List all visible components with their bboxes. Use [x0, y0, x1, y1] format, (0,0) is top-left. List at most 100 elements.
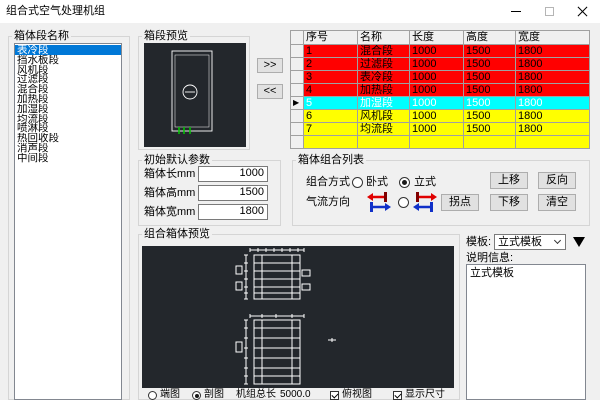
show-dimensions-label[interactable]: 显示尺寸 — [405, 390, 445, 400]
move-down-button[interactable]: 下移 — [490, 194, 528, 211]
grid-cell-name[interactable]: 混合段 — [358, 45, 410, 58]
section-view-label[interactable]: 剖图 — [204, 390, 224, 400]
turn-point-button[interactable]: 拐点 — [441, 194, 479, 211]
grid-row[interactable]: ▶ 5 加湿段 1000 1500 1800 — [291, 97, 589, 110]
section-list-item[interactable]: 过滤段 — [15, 74, 121, 84]
assembly-preview-canvas[interactable] — [142, 246, 454, 388]
grid-row[interactable] — [291, 136, 589, 148]
grid-header-length[interactable]: 长度 — [410, 31, 464, 45]
grid-cell-length[interactable]: 1000 — [410, 123, 464, 136]
close-button[interactable] — [566, 0, 600, 23]
move-up-button[interactable]: 上移 — [490, 172, 528, 189]
section-grid[interactable]: 序号 名称 长度 高度 宽度 1 混合段 1000 1500 1800 2 过滤段 1000 1… — [290, 30, 590, 149]
grid-cell-no[interactable]: 6 — [304, 110, 358, 123]
title-bar[interactable]: 组合式空气处理机组 — [0, 0, 600, 23]
grid-row[interactable]: 1 混合段 1000 1500 1800 — [291, 45, 589, 58]
grid-cell-length[interactable]: 1000 — [410, 110, 464, 123]
grid-cell-name[interactable] — [358, 136, 410, 148]
section-list-item[interactable]: 加热段 — [15, 94, 121, 104]
grid-cell-width[interactable]: 1800 — [516, 123, 589, 136]
section-list-item[interactable]: 挡水板段 — [15, 55, 121, 65]
grid-cell-name[interactable]: 加湿段 — [358, 97, 410, 110]
add-section-button[interactable]: >> — [257, 58, 283, 73]
grid-cell-length[interactable] — [410, 136, 464, 148]
grid-header-height[interactable]: 高度 — [464, 31, 516, 45]
grid-cell-width[interactable]: 1800 — [516, 97, 589, 110]
mode-horizontal-label[interactable]: 卧式 — [366, 176, 388, 189]
current-row-indicator[interactable]: ▶ — [291, 97, 304, 110]
section-list-item[interactable]: 加湿段 — [15, 104, 121, 114]
grid-header-name[interactable]: 名称 — [358, 31, 410, 45]
top-view-checkbox[interactable] — [330, 391, 339, 400]
box-width-input[interactable]: 1800 — [198, 204, 268, 220]
grid-cell-no[interactable]: 3 — [304, 71, 358, 84]
grid-cell-no[interactable]: 5 — [304, 97, 358, 110]
info-textbox[interactable]: 立式模板 — [466, 264, 586, 400]
grid-cell-name[interactable]: 过滤段 — [358, 58, 410, 71]
grid-cell-height[interactable]: 1500 — [464, 58, 516, 71]
section-list-item[interactable]: 消声段 — [15, 143, 121, 153]
section-view-radio[interactable] — [192, 391, 201, 400]
grid-row[interactable]: 7 均流段 1000 1500 1800 — [291, 123, 589, 136]
row-indicator[interactable] — [291, 58, 304, 71]
grid-cell-height[interactable]: 1500 — [464, 123, 516, 136]
box-height-input[interactable]: 1500 — [198, 185, 268, 201]
mode-horizontal-radio[interactable] — [352, 177, 363, 188]
grid-cell-height[interactable]: 1500 — [464, 110, 516, 123]
row-indicator[interactable] — [291, 110, 304, 123]
row-indicator[interactable] — [291, 45, 304, 58]
show-dimensions-checkbox[interactable] — [393, 391, 402, 400]
section-list-item[interactable]: 混合段 — [15, 84, 121, 94]
grid-cell-no[interactable] — [304, 136, 358, 148]
mode-vertical-label[interactable]: 立式 — [414, 176, 436, 189]
grid-cell-length[interactable]: 1000 — [410, 45, 464, 58]
airflow-left-right-icon[interactable] — [366, 191, 392, 213]
section-list-item[interactable]: 风机段 — [15, 65, 121, 75]
grid-cell-no[interactable]: 7 — [304, 123, 358, 136]
grid-cell-length[interactable]: 1000 — [410, 97, 464, 110]
end-view-label[interactable]: 端图 — [160, 390, 180, 400]
section-list-item[interactable]: 均流段 — [15, 114, 121, 124]
section-list-item-selected[interactable]: 表冷段 — [15, 45, 121, 55]
grid-cell-width[interactable]: 1800 — [516, 71, 589, 84]
grid-cell-no[interactable]: 2 — [304, 58, 358, 71]
section-list-item[interactable]: 中间段 — [15, 153, 121, 163]
grid-cell-width[interactable] — [516, 136, 589, 148]
grid-cell-width[interactable]: 1800 — [516, 58, 589, 71]
grid-cell-height[interactable]: 1500 — [464, 97, 516, 110]
grid-row[interactable]: 2 过滤段 1000 1500 1800 — [291, 58, 589, 71]
grid-cell-no[interactable]: 1 — [304, 45, 358, 58]
grid-row[interactable]: 4 加热段 1000 1500 1800 — [291, 84, 589, 97]
box-length-input[interactable]: 1000 — [198, 166, 268, 182]
grid-cell-width[interactable]: 1800 — [516, 84, 589, 97]
grid-cell-height[interactable]: 1500 — [464, 45, 516, 58]
grid-row[interactable]: 6 风机段 1000 1500 1800 — [291, 110, 589, 123]
grid-cell-name[interactable]: 加热段 — [358, 84, 410, 97]
airflow-right-left-icon[interactable] — [412, 191, 438, 213]
grid-cell-length[interactable]: 1000 — [410, 71, 464, 84]
mode-vertical-radio[interactable] — [399, 177, 410, 188]
grid-row[interactable]: 3 表冷段 1000 1500 1800 — [291, 71, 589, 84]
row-indicator[interactable] — [291, 136, 304, 148]
section-list-item[interactable]: 喷淋段 — [15, 123, 121, 133]
grid-cell-height[interactable]: 1500 — [464, 84, 516, 97]
template-select[interactable]: 立式模板 — [494, 234, 566, 250]
grid-cell-height[interactable] — [464, 136, 516, 148]
maximize-button[interactable] — [533, 0, 566, 23]
minimize-button[interactable] — [500, 0, 533, 23]
section-list-item[interactable]: 热回收段 — [15, 133, 121, 143]
grid-cell-width[interactable]: 1800 — [516, 110, 589, 123]
section-listbox[interactable]: 表冷段 挡水板段 风机段 过滤段 混合段 加热段 加湿段 均流段 喷淋段 热回收段 消声段 中间段 — [14, 43, 122, 400]
grid-cell-length[interactable]: 1000 — [410, 58, 464, 71]
grid-cell-name[interactable]: 表冷段 — [358, 71, 410, 84]
row-indicator[interactable] — [291, 84, 304, 97]
template-menu-button[interactable] — [572, 234, 586, 250]
clear-button[interactable]: 清空 — [538, 194, 576, 211]
grid-cell-width[interactable]: 1800 — [516, 45, 589, 58]
grid-cell-name[interactable]: 均流段 — [358, 123, 410, 136]
grid-header-no[interactable]: 序号 — [304, 31, 358, 45]
reverse-button[interactable]: 反向 — [538, 172, 576, 189]
row-indicator[interactable] — [291, 71, 304, 84]
airflow-direction-radio[interactable] — [398, 197, 409, 208]
end-view-radio[interactable] — [148, 391, 157, 400]
